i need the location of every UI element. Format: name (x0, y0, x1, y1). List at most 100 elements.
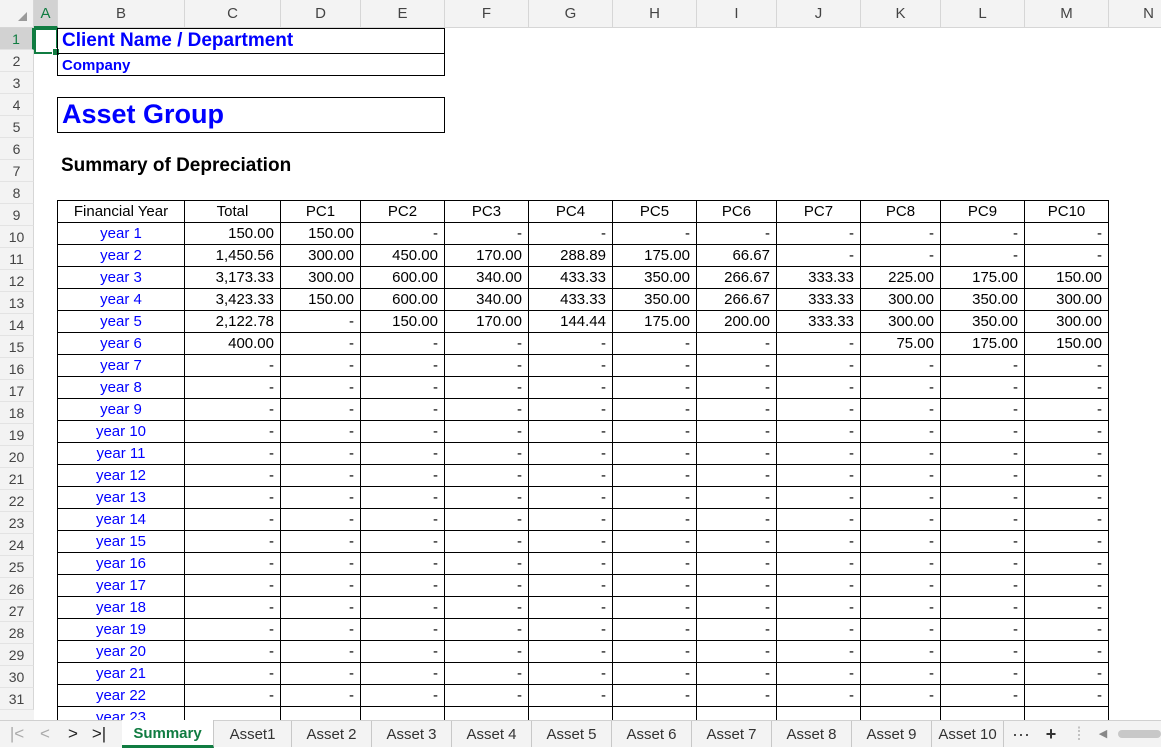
value-cell[interactable]: 170.00 (444, 244, 529, 267)
value-cell[interactable]: 340.00 (444, 266, 529, 289)
value-cell[interactable]: - (360, 684, 445, 707)
value-cell[interactable]: - (360, 486, 445, 509)
value-cell[interactable]: 66.67 (696, 244, 777, 267)
value-cell[interactable]: 433.33 (528, 288, 613, 311)
value-cell[interactable]: 350.00 (612, 266, 697, 289)
value-cell[interactable]: - (940, 618, 1025, 641)
value-cell[interactable]: - (444, 354, 529, 377)
column-header-l[interactable]: L (941, 0, 1025, 28)
year-cell[interactable]: year 6 (57, 332, 185, 355)
value-cell[interactable]: - (528, 552, 613, 575)
value-cell[interactable]: - (776, 574, 861, 597)
value-cell[interactable]: - (184, 640, 281, 663)
year-cell[interactable]: year 9 (57, 398, 185, 421)
value-cell[interactable]: - (1024, 354, 1109, 377)
year-cell[interactable]: year 11 (57, 442, 185, 465)
value-cell[interactable]: - (860, 508, 941, 531)
value-cell[interactable]: - (696, 420, 777, 443)
value-cell[interactable]: 3,423.33 (184, 288, 281, 311)
value-cell[interactable]: - (280, 508, 361, 531)
row-header-11[interactable]: 11 (0, 248, 34, 270)
value-cell[interactable]: - (528, 640, 613, 663)
value-cell[interactable]: 150.00 (1024, 332, 1109, 355)
value-cell[interactable] (360, 706, 445, 720)
table-header-pc3[interactable]: PC3 (444, 200, 529, 223)
value-cell[interactable]: - (360, 398, 445, 421)
value-cell[interactable]: - (360, 530, 445, 553)
value-cell[interactable]: - (1024, 662, 1109, 685)
value-cell[interactable]: - (184, 398, 281, 421)
value-cell[interactable]: - (1024, 508, 1109, 531)
value-cell[interactable]: - (360, 640, 445, 663)
value-cell[interactable]: - (1024, 398, 1109, 421)
value-cell[interactable]: - (444, 464, 529, 487)
column-header-k[interactable]: K (861, 0, 941, 28)
row-header-18[interactable]: 18 (0, 402, 34, 424)
value-cell[interactable]: - (444, 508, 529, 531)
sheet-tab-asset-6[interactable]: Asset 6 (612, 721, 692, 747)
value-cell[interactable]: - (360, 222, 445, 245)
value-cell[interactable]: - (280, 310, 361, 333)
row-header-28[interactable]: 28 (0, 622, 34, 644)
value-cell[interactable]: - (528, 618, 613, 641)
value-cell[interactable]: - (444, 398, 529, 421)
value-cell[interactable]: 170.00 (444, 310, 529, 333)
value-cell[interactable]: - (612, 596, 697, 619)
value-cell[interactable]: - (360, 596, 445, 619)
column-header-h[interactable]: H (613, 0, 697, 28)
value-cell[interactable]: - (280, 464, 361, 487)
table-header-pc9[interactable]: PC9 (940, 200, 1025, 223)
row-header-27[interactable]: 27 (0, 600, 34, 622)
value-cell[interactable]: - (776, 354, 861, 377)
table-header-financial-year[interactable]: Financial Year (57, 200, 185, 223)
row-header-13[interactable]: 13 (0, 292, 34, 314)
table-header-pc4[interactable]: PC4 (528, 200, 613, 223)
value-cell[interactable] (860, 706, 941, 720)
value-cell[interactable]: - (360, 332, 445, 355)
value-cell[interactable]: 400.00 (184, 332, 281, 355)
value-cell[interactable]: - (280, 530, 361, 553)
sheet-tab-asset1[interactable]: Asset1 (214, 721, 292, 747)
value-cell[interactable]: - (776, 244, 861, 267)
value-cell[interactable]: - (612, 354, 697, 377)
value-cell[interactable]: - (612, 332, 697, 355)
row-header-19[interactable]: 19 (0, 424, 34, 446)
value-cell[interactable]: - (444, 640, 529, 663)
value-cell[interactable]: - (280, 354, 361, 377)
year-cell[interactable]: year 18 (57, 596, 185, 619)
value-cell[interactable]: - (940, 398, 1025, 421)
value-cell[interactable]: - (696, 332, 777, 355)
add-sheet-icon[interactable]: + (1038, 721, 1064, 747)
sheet-tab-asset-5[interactable]: Asset 5 (532, 721, 612, 747)
row-header-4[interactable]: 4 (0, 94, 34, 116)
value-cell[interactable]: - (940, 486, 1025, 509)
value-cell[interactable]: - (940, 464, 1025, 487)
value-cell[interactable]: - (1024, 442, 1109, 465)
column-header-n[interactable]: N (1109, 0, 1161, 28)
value-cell[interactable]: - (528, 508, 613, 531)
value-cell[interactable]: - (184, 486, 281, 509)
value-cell[interactable]: - (612, 618, 697, 641)
value-cell[interactable]: 350.00 (940, 288, 1025, 311)
value-cell[interactable]: - (184, 508, 281, 531)
value-cell[interactable]: - (184, 354, 281, 377)
value-cell[interactable]: 175.00 (612, 310, 697, 333)
value-cell[interactable]: - (860, 244, 941, 267)
value-cell[interactable]: 333.33 (776, 310, 861, 333)
value-cell[interactable]: 200.00 (696, 310, 777, 333)
value-cell[interactable]: - (444, 618, 529, 641)
row-header-20[interactable]: 20 (0, 446, 34, 468)
value-cell[interactable]: - (280, 618, 361, 641)
value-cell[interactable]: - (444, 332, 529, 355)
value-cell[interactable]: - (612, 552, 697, 575)
value-cell[interactable]: 150.00 (360, 310, 445, 333)
value-cell[interactable]: - (528, 684, 613, 707)
value-cell[interactable]: - (612, 508, 697, 531)
value-cell[interactable]: 225.00 (860, 266, 941, 289)
value-cell[interactable]: - (860, 640, 941, 663)
value-cell[interactable]: - (1024, 464, 1109, 487)
value-cell[interactable]: - (444, 552, 529, 575)
value-cell[interactable] (776, 706, 861, 720)
value-cell[interactable]: 288.89 (528, 244, 613, 267)
value-cell[interactable]: - (280, 332, 361, 355)
